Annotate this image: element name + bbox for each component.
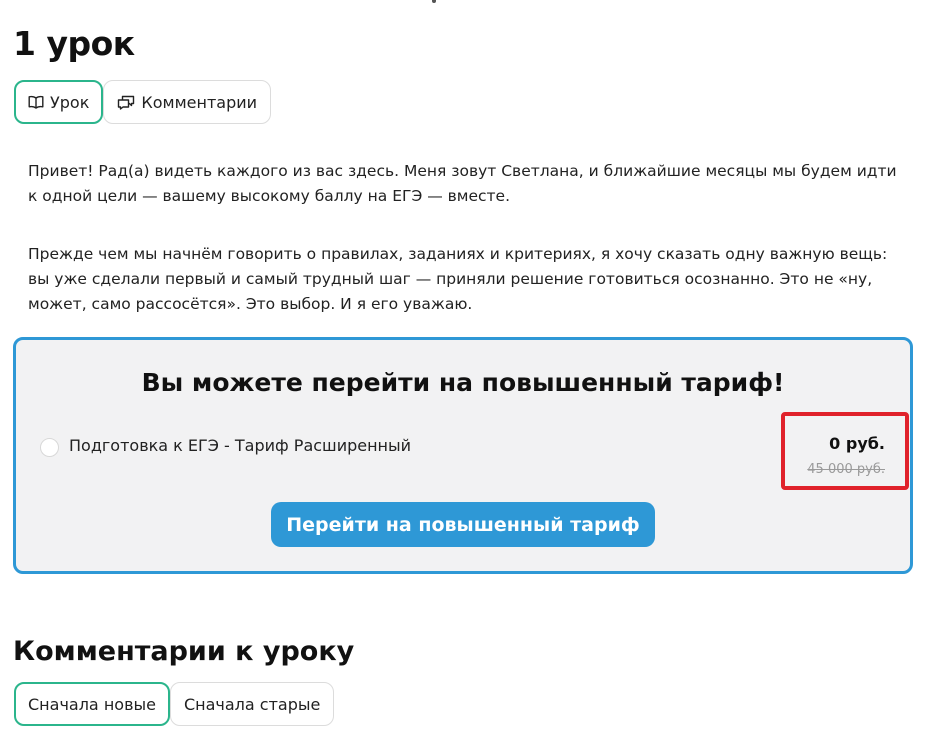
lesson-tabs: Урок Комментарии (14, 80, 272, 124)
lesson-paragraph: Прежде чем мы начнём говорить о правилах… (28, 245, 888, 313)
comments-title: Комментарии к уроку (13, 636, 355, 667)
sort-newest-button[interactable]: Сначала новые (14, 682, 170, 726)
comments-sort: Сначала новые Сначала старые (14, 682, 335, 726)
sort-oldest-button[interactable]: Сначала старые (169, 682, 335, 726)
tariff-name: Подготовка к ЕГЭ - Тариф Расширенный (69, 436, 412, 455)
price-highlight: 0 руб. 45 000 руб. (781, 412, 909, 490)
tab-comments-label: Комментарии (141, 92, 258, 112)
tariff-radio[interactable] (40, 438, 59, 457)
tariff-option[interactable]: Подготовка к ЕГЭ - Тариф Расширенный (40, 434, 411, 457)
lesson-text: Привет! Рад(а) видеть каждого из вас зде… (28, 159, 908, 317)
top-edge-mark (432, 0, 436, 3)
page-title: 1 урок (13, 24, 135, 63)
book-icon (28, 95, 44, 109)
price-current: 0 руб. (829, 434, 885, 453)
lesson-paragraph: Привет! Рад(а) видеть каждого из вас зде… (28, 162, 897, 205)
tab-lesson-label: Урок (50, 92, 90, 112)
price-old: 45 000 руб. (807, 462, 885, 477)
tab-comments[interactable]: Комментарии (103, 80, 272, 124)
upgrade-offer-box: Вы можете перейти на повышенный тариф! П… (13, 337, 913, 574)
comments-icon (117, 95, 135, 110)
tab-lesson[interactable]: Урок (14, 80, 104, 124)
upgrade-title: Вы можете перейти на повышенный тариф! (141, 368, 785, 397)
upgrade-button[interactable]: Перейти на повышенный тариф (271, 502, 655, 547)
